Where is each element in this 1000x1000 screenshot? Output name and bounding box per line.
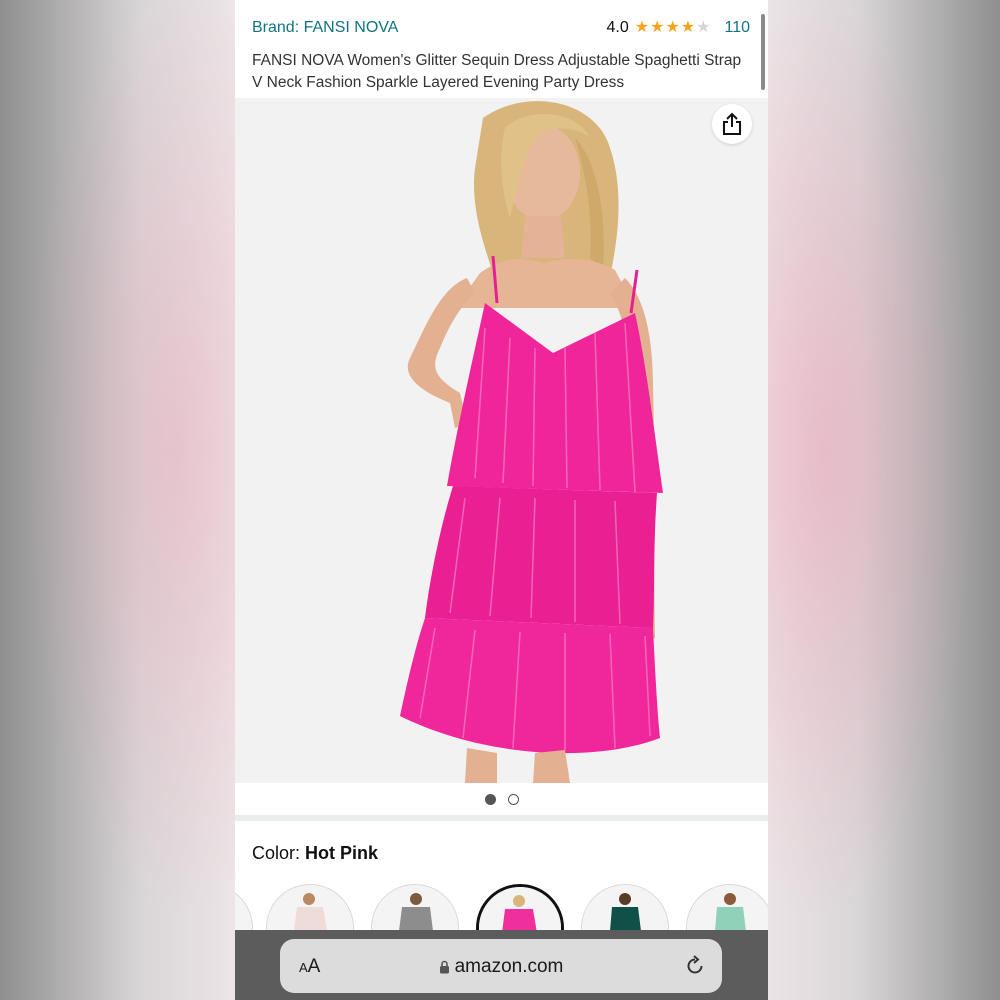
product-image-gallery[interactable] xyxy=(235,98,768,783)
page-dot[interactable] xyxy=(507,793,519,805)
gallery-pagination xyxy=(235,783,768,815)
page-dot-active[interactable] xyxy=(484,793,496,805)
lock-icon xyxy=(439,960,449,974)
section-divider xyxy=(235,815,768,821)
phone-screen: Brand: FANSI NOVA 4.0 ★ ★ ★ ★ ★ 110 FANS… xyxy=(235,0,768,1000)
review-count-link[interactable]: 110 xyxy=(724,19,750,37)
product-image xyxy=(235,98,768,783)
share-button[interactable] xyxy=(712,104,752,144)
star-filled-icon: ★ xyxy=(650,19,665,36)
address-bar[interactable]: AA amazon.com xyxy=(280,939,722,993)
url-display[interactable]: amazon.com xyxy=(280,956,722,978)
color-selection-label: Color: Hot Pink xyxy=(252,843,378,864)
blurred-backdrop-left xyxy=(0,0,235,1000)
product-header: Brand: FANSI NOVA 4.0 ★ ★ ★ ★ ★ 110 FANS… xyxy=(235,0,768,98)
star-rating: ★ ★ ★ ★ ★ xyxy=(635,20,711,36)
share-icon xyxy=(723,112,741,135)
url-text: amazon.com xyxy=(454,956,564,977)
rating-summary[interactable]: 4.0 ★ ★ ★ ★ ★ 110 xyxy=(607,19,750,37)
rating-value: 4.0 xyxy=(606,19,629,36)
browser-toolbar: AA amazon.com xyxy=(235,930,768,1000)
selected-color-name: Hot Pink xyxy=(305,843,379,863)
scrollbar[interactable] xyxy=(761,14,765,90)
star-filled-icon: ★ xyxy=(680,19,696,36)
star-filled-icon: ★ xyxy=(634,19,650,36)
brand-link[interactable]: Brand: FANSI NOVA xyxy=(252,19,398,37)
star-filled-icon: ★ xyxy=(665,19,680,36)
blurred-backdrop-right xyxy=(765,0,1000,1000)
product-title: FANSI NOVA Women's Glitter Sequin Dress … xyxy=(252,52,742,91)
star-empty-icon: ★ xyxy=(696,19,711,36)
color-label: Color: xyxy=(252,843,301,863)
reload-icon[interactable] xyxy=(684,954,706,978)
